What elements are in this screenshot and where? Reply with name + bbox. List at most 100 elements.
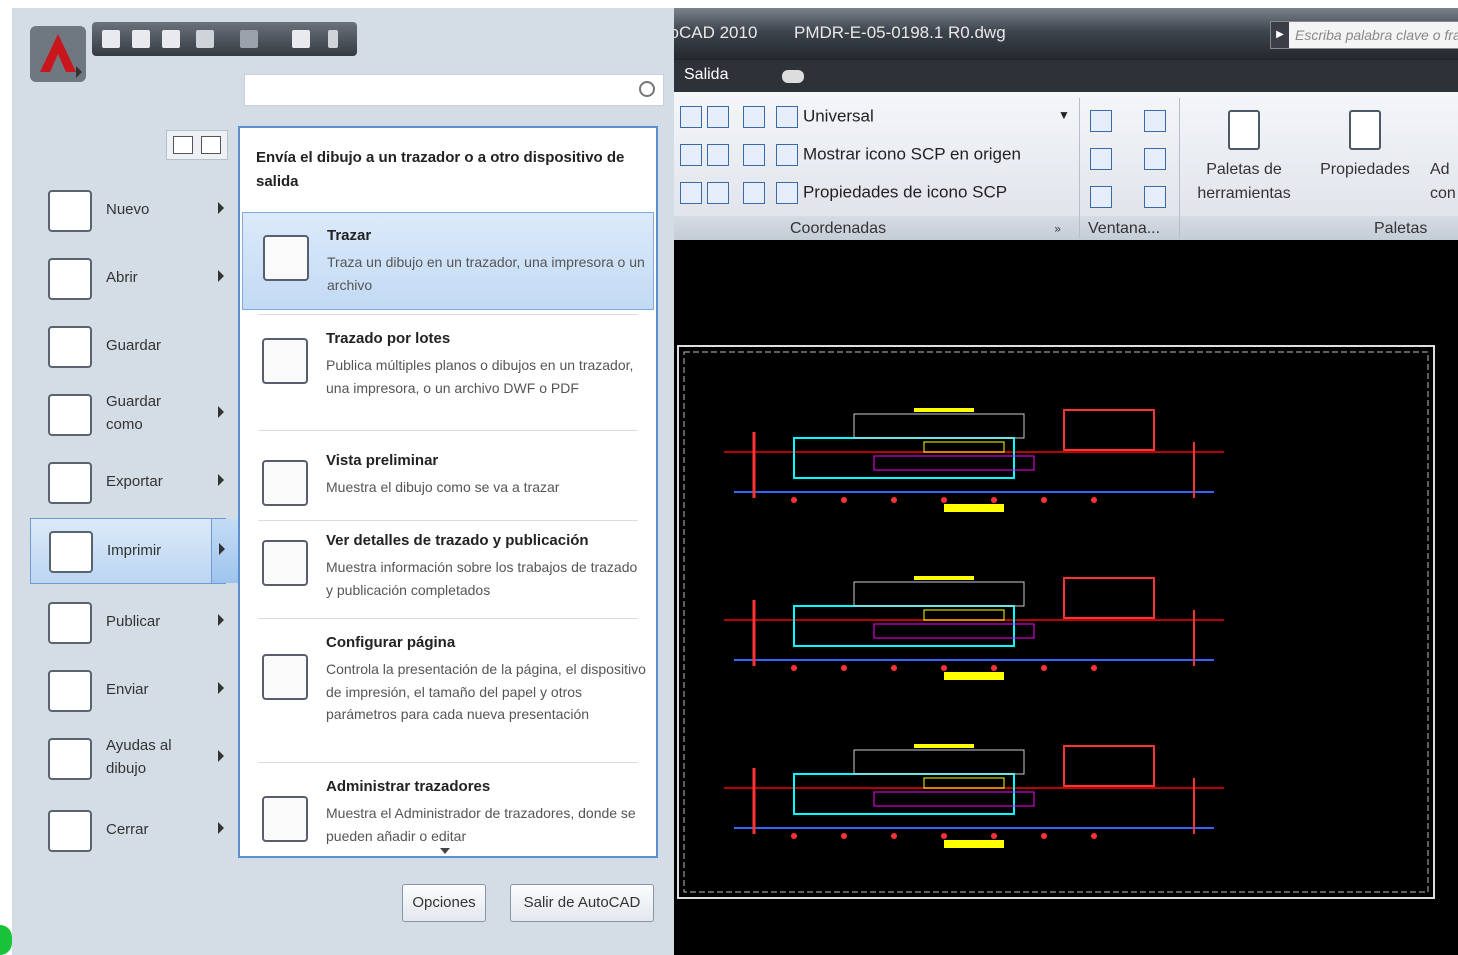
ucs-3point-icon[interactable] — [706, 182, 729, 204]
save-icon[interactable] — [162, 30, 180, 48]
exit-autocad-button[interactable]: Salir de AutoCAD — [510, 884, 654, 922]
print-submenu: Envía el dibujo a un trazador o a otro d… — [238, 126, 658, 858]
chevron-right-icon — [218, 614, 224, 626]
menu-search-input[interactable] — [244, 74, 664, 106]
autocad-logo-icon — [30, 26, 86, 82]
ucs-3-icon[interactable] — [743, 182, 766, 204]
chevron-right-icon — [219, 543, 225, 555]
submenu-item-trazar[interactable]: Trazar Traza un dibujo en un trazador, u… — [242, 212, 654, 310]
menu-item-abrir[interactable]: Abrir — [30, 246, 226, 312]
ucs-row-2: Mostrar icono SCP en origen — [680, 144, 1021, 166]
item-title: Vista preliminar — [326, 452, 439, 469]
ucs-world-icon[interactable] — [706, 106, 729, 128]
submenu-arrow-button[interactable] — [211, 519, 241, 583]
item-title: Ver detalles de trazado y publicación — [326, 532, 589, 549]
item-title: Trazado por lotes — [326, 330, 451, 347]
viewport-tile-icon[interactable] — [1144, 186, 1166, 208]
open-folder-icon — [48, 258, 92, 300]
menu-item-imprimir[interactable]: Imprimir — [30, 518, 241, 584]
item-description: Controla la presentación de la página, e… — [326, 661, 646, 722]
menu-label: Publicar — [106, 613, 161, 630]
menu-item-exportar[interactable]: Exportar — [30, 450, 226, 516]
application-menu: Nuevo Abrir Guardar Guardar como Exporta… — [12, 8, 674, 955]
open-documents-icon[interactable] — [201, 136, 221, 154]
tool-palettes-button[interactable]: Paletas de herramientas — [1184, 110, 1304, 206]
submenu-item-ver-detalles[interactable]: Ver detalles de trazado y publicación Mu… — [242, 518, 654, 614]
ucs-view-icon[interactable] — [680, 182, 702, 204]
menu-item-guardar[interactable]: Guardar — [30, 314, 226, 380]
expand-arrow-icon[interactable]: ▶ — [1271, 22, 1289, 48]
ucs-object-icon[interactable] — [706, 144, 729, 166]
ucs-icon-properties-button[interactable]: Propiedades de icono SCP — [803, 182, 1007, 201]
item-title: Trazar — [327, 227, 372, 244]
undo-icon[interactable] — [196, 30, 214, 48]
recent-documents-icon[interactable] — [173, 136, 193, 154]
ucs-origin-icon[interactable] — [776, 144, 799, 166]
scroll-down-icon[interactable] — [440, 848, 450, 854]
infocenter-search[interactable]: ▶ Escriba palabra clave o frase — [1270, 21, 1458, 49]
new-viewport-icon[interactable] — [1144, 110, 1166, 132]
ucs-dropdown[interactable]: Universal — [803, 106, 874, 125]
menu-item-enviar[interactable]: Enviar — [30, 658, 226, 724]
menu-label: Cerrar — [106, 821, 149, 838]
menu-label: Enviar — [106, 681, 149, 698]
properties-button[interactable]: Propiedades — [1310, 110, 1420, 182]
search-icon — [639, 81, 655, 97]
plotter-manager-icon — [262, 796, 308, 842]
ucs-icon[interactable] — [680, 106, 702, 128]
more-palettes-label-1: Ad — [1430, 161, 1450, 178]
chevron-down-icon[interactable]: ▼ — [1058, 108, 1070, 122]
redo-icon[interactable] — [240, 30, 258, 48]
new-document-icon — [48, 190, 92, 232]
chevron-right-icon — [218, 750, 224, 762]
customize-qat-icon[interactable] — [328, 30, 338, 48]
left-edge-decoration — [0, 925, 12, 955]
ucs-row-1: Universal ▼ — [680, 106, 1070, 128]
panel-label-ventana: Ventana... — [1088, 220, 1161, 237]
panel-expand-icon[interactable]: » — [1054, 222, 1061, 236]
new-icon[interactable] — [102, 30, 120, 48]
menu-item-cerrar[interactable]: Cerrar — [30, 798, 226, 864]
menu-label: Abrir — [106, 269, 138, 286]
ucs-face-icon[interactable] — [680, 144, 702, 166]
menu-label: Guardar — [106, 337, 162, 354]
menu-item-publicar[interactable]: Publicar — [30, 590, 226, 656]
tool-palettes-label-2: herramientas — [1197, 185, 1291, 202]
ucs-z-icon[interactable] — [743, 144, 766, 166]
drawing-area[interactable] — [674, 242, 1458, 955]
drawing-utilities-icon — [48, 738, 92, 780]
open-icon[interactable] — [132, 30, 150, 48]
panel-separator — [1079, 98, 1080, 238]
options-button[interactable]: Opciones — [402, 884, 486, 922]
show-ucs-origin-button[interactable]: Mostrar icono SCP en origen — [803, 144, 1021, 163]
send-globe-icon — [48, 670, 92, 712]
named-ucs-icon — [776, 106, 799, 128]
divider — [258, 762, 638, 763]
viewport-maximize-icon[interactable] — [1144, 148, 1166, 170]
tool-palettes-icon — [1228, 110, 1260, 150]
properties-label: Propiedades — [1320, 161, 1410, 178]
ucs-axis-icon[interactable] — [743, 106, 766, 128]
menu-item-ayudas-al-dibujo[interactable]: Ayudas al dibujo — [30, 726, 226, 792]
viewport-join-icon[interactable] — [1090, 186, 1112, 208]
recent-documents-toggle[interactable] — [166, 130, 228, 160]
submenu-item-administrar-trazadores[interactable]: Administrar trazadores Muestra el Admini… — [242, 764, 654, 848]
divider — [258, 314, 638, 315]
more-palettes-button[interactable]: Ad con — [1430, 158, 1458, 206]
viewport-icon[interactable] — [1090, 110, 1112, 132]
menu-item-nuevo[interactable]: Nuevo — [30, 178, 226, 244]
menu-item-guardar-como[interactable]: Guardar como — [30, 382, 226, 448]
viewport-clip-icon[interactable] — [1090, 148, 1112, 170]
submenu-item-trazado-por-lotes[interactable]: Trazado por lotes Publica múltiples plan… — [242, 316, 654, 424]
ucs-props-icon[interactable] — [776, 182, 799, 204]
submenu-item-vista-preliminar[interactable]: Vista preliminar Muestra el dibujo como … — [242, 438, 654, 518]
item-title: Administrar trazadores — [326, 778, 491, 795]
item-description: Muestra el Administrador de trazadores, … — [326, 805, 636, 844]
cad-drawing — [677, 345, 1435, 899]
panel-label-coordenadas: Coordenadas — [790, 220, 887, 237]
submenu-item-configurar-pagina[interactable]: Configurar página Controla la presentaci… — [242, 620, 654, 760]
minimize-ribbon-icon[interactable] — [782, 70, 804, 83]
application-button[interactable] — [30, 26, 90, 86]
tab-salida[interactable]: Salida — [684, 66, 728, 84]
print-icon[interactable] — [292, 30, 310, 48]
